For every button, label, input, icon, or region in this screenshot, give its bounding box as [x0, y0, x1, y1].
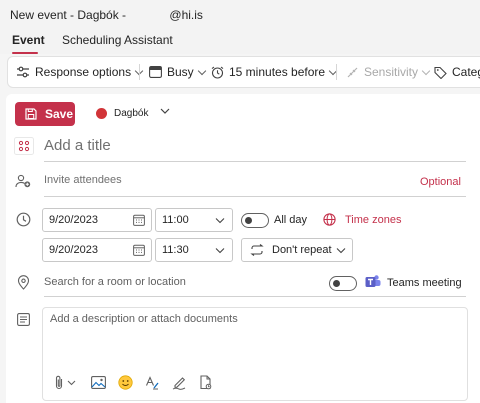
title-input[interactable]: Add a title	[44, 137, 414, 154]
sensitivity-dropdown[interactable]: Sensitivity	[346, 57, 431, 87]
busy-calendar-icon	[149, 66, 162, 78]
categorize-label: Catego	[452, 65, 480, 79]
start-time-dropdown[interactable]: 11:00	[155, 208, 233, 232]
document-loop-icon[interactable]	[199, 375, 213, 390]
response-options-icon	[16, 66, 30, 78]
response-options-label: Response options	[35, 65, 132, 79]
emoji-icon[interactable]	[118, 375, 133, 390]
repeat-dropdown[interactable]: Don't repeat	[241, 238, 353, 262]
calendar-color-dot	[96, 108, 107, 119]
paperclip-icon	[54, 375, 64, 390]
chevron-down-icon	[421, 66, 431, 75]
globe-icon[interactable]	[323, 213, 336, 226]
categorize-dropdown[interactable]: Catego	[434, 57, 480, 87]
start-date-picker[interactable]: 9/20/2023	[42, 208, 152, 232]
invite-attendees-input[interactable]: Invite attendees	[44, 174, 122, 186]
all-day-label: All day	[274, 214, 308, 226]
ribbon-divider	[139, 64, 140, 80]
end-date-picker[interactable]: 9/20/2023	[42, 238, 152, 262]
sensitivity-icon	[346, 66, 359, 79]
clock-icon	[16, 212, 31, 227]
description-icon	[17, 313, 30, 326]
title-underline	[44, 161, 466, 162]
add-people-icon	[15, 174, 31, 188]
toggle-knob	[333, 280, 340, 287]
time-zones-link[interactable]: Time zones	[345, 214, 401, 226]
busy-label: Busy	[167, 65, 194, 79]
window-title: New event - Dagbók - @hi.is	[10, 8, 203, 22]
save-button[interactable]: Save	[15, 102, 75, 126]
optional-attendees-link[interactable]: Optional	[420, 176, 461, 188]
calendar-icon	[133, 244, 145, 256]
event-title-icon	[14, 137, 34, 155]
text-formatting-icon[interactable]	[145, 375, 160, 390]
chevron-down-icon	[215, 217, 225, 224]
chevron-down-icon	[215, 247, 225, 254]
repeat-label: Don't repeat	[272, 244, 332, 256]
all-day-toggle[interactable]	[241, 213, 269, 228]
start-date-value: 9/20/2023	[49, 214, 98, 226]
repeat-icon	[250, 244, 264, 256]
save-icon	[25, 108, 37, 120]
chevron-down-icon	[197, 66, 206, 75]
location-input[interactable]: Search for a room or location	[44, 276, 186, 288]
response-options-button[interactable]: Response options	[16, 57, 144, 87]
sensitivity-label: Sensitivity	[364, 65, 419, 79]
end-date-value: 9/20/2023	[49, 244, 98, 256]
ribbon-toolbar: Response options Busy 15 minutes before …	[7, 56, 480, 88]
chevron-down-icon	[67, 380, 76, 386]
insert-picture-icon[interactable]	[91, 376, 106, 389]
ribbon-divider	[336, 64, 337, 80]
title-bar: New event - Dagbók - @hi.is	[0, 0, 480, 30]
attach-file-button[interactable]	[54, 375, 76, 390]
teams-icon	[365, 274, 381, 289]
end-time-value: 11:30	[162, 244, 189, 256]
calendar-name[interactable]: Dagbók	[114, 108, 148, 119]
calendar-icon	[133, 214, 145, 226]
tag-icon	[434, 66, 447, 79]
toggle-knob	[245, 217, 252, 224]
save-label: Save	[45, 107, 74, 121]
teams-meeting-label: Teams meeting	[387, 277, 462, 289]
tab-event[interactable]: Event	[12, 33, 45, 47]
reminder-label: 15 minutes before	[229, 65, 326, 79]
tab-bar: Event Scheduling Assistant	[0, 30, 480, 54]
show-as-busy-dropdown[interactable]: Busy	[149, 57, 206, 87]
teams-meeting-toggle[interactable]	[329, 276, 357, 291]
end-time-dropdown[interactable]: 11:30	[155, 238, 233, 262]
signature-pen-icon[interactable]	[172, 375, 187, 390]
description-placeholder: Add a description or attach documents	[50, 313, 238, 325]
alarm-clock-icon	[211, 66, 224, 79]
location-pin-icon	[17, 275, 30, 290]
attendees-underline	[44, 196, 466, 197]
ribbon-area: Response options Busy 15 minutes before …	[0, 54, 480, 94]
chevron-down-icon	[336, 247, 346, 254]
start-time-value: 11:00	[162, 214, 189, 226]
reminder-dropdown[interactable]: 15 minutes before	[211, 57, 338, 87]
location-underline	[44, 296, 466, 297]
chevron-down-icon[interactable]	[160, 107, 170, 115]
tab-scheduling-assistant[interactable]: Scheduling Assistant	[62, 33, 173, 47]
